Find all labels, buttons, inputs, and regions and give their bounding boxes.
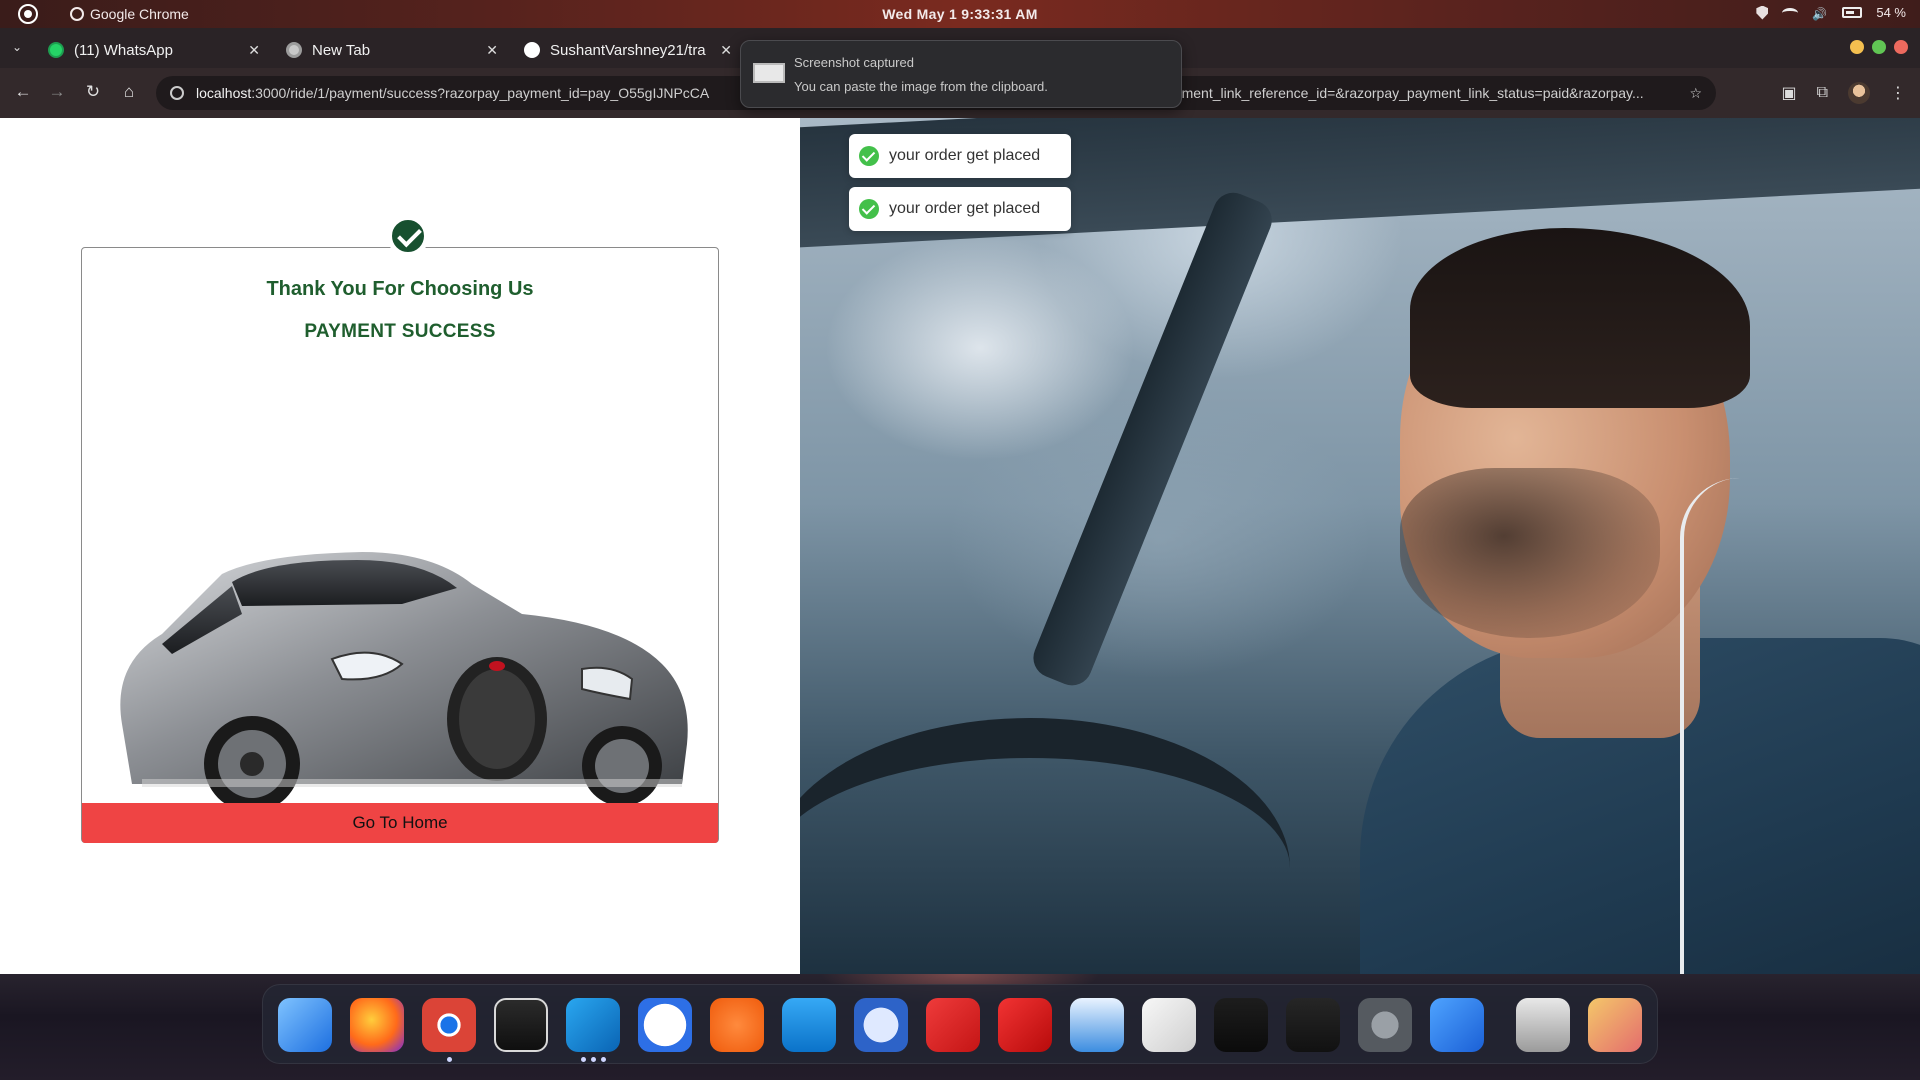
tab-new-tab[interactable]: New Tab ✕ bbox=[274, 32, 510, 68]
acrobat-icon[interactable] bbox=[998, 998, 1052, 1052]
running-indicator bbox=[581, 1057, 586, 1062]
desktop-dock-area bbox=[0, 974, 1920, 1080]
order-toast[interactable]: your order get placed bbox=[849, 187, 1071, 231]
clock[interactable]: Wed May 1 9:33:31 AM bbox=[0, 6, 1920, 22]
toast-message: your order get placed bbox=[889, 147, 1041, 164]
toast-message: your order get placed bbox=[889, 200, 1041, 217]
chrome-icon[interactable] bbox=[422, 998, 476, 1052]
postman-icon[interactable] bbox=[710, 998, 764, 1052]
shield-icon[interactable] bbox=[1756, 5, 1769, 20]
bookmark-star-icon[interactable]: ☆ bbox=[1689, 85, 1702, 102]
web-page: Thank You For Choosing Us PAYMENT SUCCES… bbox=[0, 118, 1920, 974]
car-image bbox=[120, 552, 688, 812]
cast-icon[interactable]: ▣ bbox=[1781, 83, 1796, 103]
minimize-button[interactable] bbox=[1850, 40, 1864, 54]
success-card: Thank You For Choosing Us PAYMENT SUCCES… bbox=[81, 247, 719, 843]
site-info-icon[interactable] bbox=[170, 86, 184, 100]
go-to-home-button[interactable]: Go To Home bbox=[82, 803, 718, 843]
check-circle-icon bbox=[859, 199, 879, 219]
battery-percent: 54 % bbox=[1876, 5, 1906, 20]
github-icon bbox=[524, 42, 540, 58]
maximize-button[interactable] bbox=[1872, 40, 1886, 54]
dock bbox=[262, 984, 1658, 1064]
terminal-icon[interactable] bbox=[494, 998, 548, 1052]
payment-pane: Thank You For Choosing Us PAYMENT SUCCES… bbox=[0, 118, 800, 974]
app-installer-icon[interactable] bbox=[638, 998, 692, 1052]
tab-whatsapp[interactable]: (11) WhatsApp ✕ bbox=[36, 32, 272, 68]
os-top-bar: Google Chrome Wed May 1 9:33:31 AM 54 % bbox=[0, 0, 1920, 28]
home-icon[interactable]: ⌂ bbox=[118, 82, 140, 104]
tab-title: (11) WhatsApp bbox=[74, 41, 173, 59]
toolbar-actions: ▣ ⧉ ⋮ bbox=[1781, 82, 1906, 104]
system-tray[interactable]: 54 % bbox=[1756, 5, 1906, 20]
docker-icon[interactable] bbox=[782, 998, 836, 1052]
thank-you-heading: Thank You For Choosing Us bbox=[266, 278, 534, 300]
vscode-icon[interactable] bbox=[566, 998, 620, 1052]
reload-icon[interactable]: ↻ bbox=[82, 82, 104, 104]
anydesk-icon[interactable] bbox=[926, 998, 980, 1052]
notification-title: Screenshot captured bbox=[794, 55, 914, 70]
software-updater-icon[interactable] bbox=[1430, 998, 1484, 1052]
volume-icon[interactable] bbox=[1812, 6, 1828, 20]
whatsapp-icon bbox=[48, 42, 64, 58]
screenshot-thumbnail-icon bbox=[753, 63, 785, 83]
payment-status: PAYMENT SUCCESS bbox=[304, 321, 496, 342]
running-indicator bbox=[447, 1057, 452, 1062]
activity-monitor-icon[interactable] bbox=[1286, 998, 1340, 1052]
tab-github[interactable]: SushantVarshney21/tra ✕ bbox=[512, 32, 744, 68]
close-icon[interactable]: ✕ bbox=[486, 42, 498, 59]
check-circle-icon bbox=[859, 146, 879, 166]
app-grid-icon[interactable] bbox=[1588, 998, 1642, 1052]
settings-icon[interactable] bbox=[1358, 998, 1412, 1052]
screenshot-notification[interactable]: Screenshot captured You can paste the im… bbox=[740, 40, 1182, 108]
wifi-icon[interactable] bbox=[1782, 7, 1799, 18]
forward-icon[interactable]: → bbox=[46, 82, 68, 104]
driver-photo bbox=[800, 118, 1920, 974]
window-controls bbox=[1850, 40, 1908, 54]
trash-icon[interactable] bbox=[1516, 998, 1570, 1052]
tab-title: SushantVarshney21/tra bbox=[550, 41, 706, 59]
firefox-icon[interactable] bbox=[350, 998, 404, 1052]
profile-avatar[interactable] bbox=[1848, 82, 1870, 104]
close-window-button[interactable] bbox=[1894, 40, 1908, 54]
tab-title: New Tab bbox=[312, 41, 371, 59]
system-monitor-icon[interactable] bbox=[1214, 998, 1268, 1052]
close-icon[interactable]: ✕ bbox=[248, 42, 260, 59]
thunderbird-icon[interactable] bbox=[854, 998, 908, 1052]
text-editor-icon[interactable] bbox=[1142, 998, 1196, 1052]
battery-icon[interactable] bbox=[1842, 7, 1863, 18]
chevron-down-icon[interactable]: ⌄ bbox=[12, 40, 28, 56]
notification-body: You can paste the image from the clipboa… bbox=[794, 79, 1048, 94]
order-toast[interactable]: your order get placed bbox=[849, 134, 1071, 178]
document-viewer-icon[interactable] bbox=[1070, 998, 1124, 1052]
chrome-icon bbox=[286, 42, 302, 58]
running-indicator bbox=[591, 1057, 596, 1062]
back-icon[interactable]: ← bbox=[12, 82, 34, 104]
check-circle-icon bbox=[387, 215, 429, 257]
extensions-icon[interactable]: ⧉ bbox=[1817, 84, 1828, 102]
close-icon[interactable]: ✕ bbox=[720, 42, 732, 59]
running-indicator bbox=[601, 1057, 606, 1062]
menu-icon[interactable]: ⋮ bbox=[1890, 83, 1906, 103]
finder-icon[interactable] bbox=[278, 998, 332, 1052]
